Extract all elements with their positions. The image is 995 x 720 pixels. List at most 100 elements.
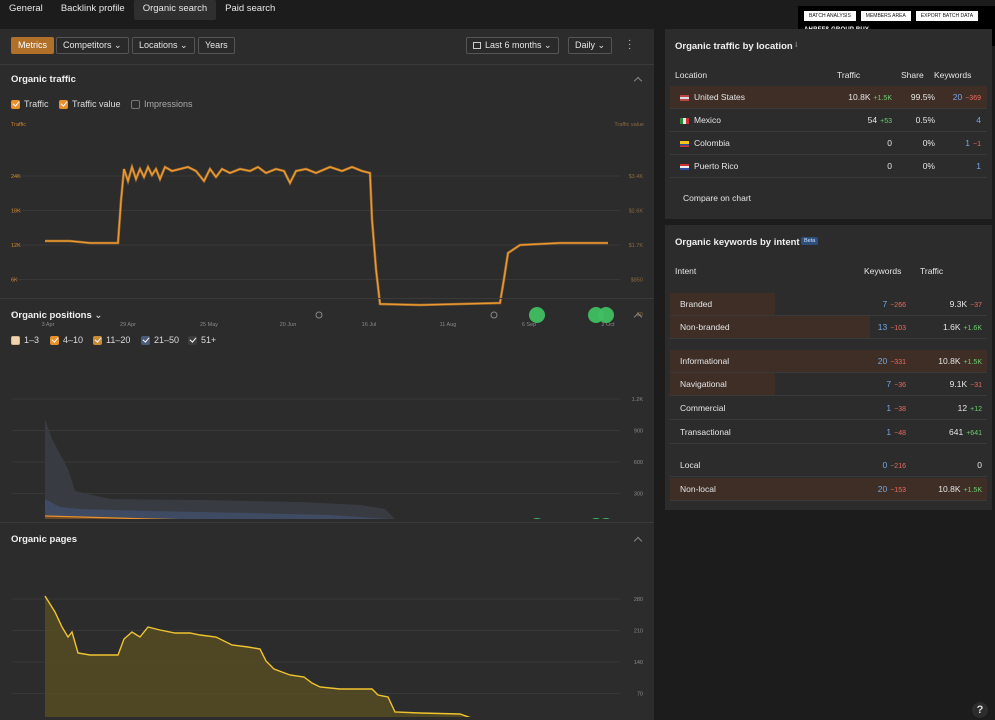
intent-row[interactable]: Commercial 1 −38 12 +12 [670,397,987,420]
intent-row[interactable]: Non-local 20 −153 10.8K +1.5K [670,478,987,501]
x-tick: 20 Jun [280,322,297,328]
divider [0,64,654,65]
traffic-value-check-label: Traffic value [72,99,121,109]
intent-traffic: 10.8K [938,484,961,494]
location-share: 0.5% [915,115,935,125]
impressions-checkbox[interactable]: Impressions [131,99,193,109]
checkbox-box [59,99,68,109]
intent-traffic-cell: 0 [908,454,982,477]
help-button[interactable]: ? [972,702,988,718]
positions-check-4[interactable]: 51+ [188,335,216,345]
collapse-icon[interactable] [633,76,643,86]
intent-row[interactable]: Informational 20 −331 10.8K +1.5K [670,350,987,373]
locations-dropdown[interactable]: Locations ⌄ [132,37,195,54]
intent-traffic-cell: 10.8K +1.5K [908,478,982,502]
location-traffic: 10.8K [848,92,871,102]
location-name-cell: Puerto Rico [680,155,738,178]
intent-traffic-delta: +12 [970,406,982,413]
tab-paid-search[interactable]: Paid search [216,0,284,20]
interval-dropdown[interactable]: Daily ⌄ [568,37,613,54]
organic-positions-title[interactable]: Organic positions ⌄ [11,310,102,321]
location-row[interactable]: Colombia 0 0% 1 −1 [670,132,987,155]
update-marker[interactable] [598,518,614,519]
update-marker[interactable] [529,518,545,519]
intent-traffic: 0 [977,460,982,470]
chevron-down-icon: ⌄ [180,40,188,50]
location-header-keywords: Keywords [934,70,972,80]
competitors-label: Competitors [63,40,112,50]
date-range-dropdown[interactable]: Last 6 months ⌄ [466,37,559,54]
intent-keywords-delta: −48 [894,430,906,437]
collapse-icon[interactable] [633,536,643,546]
intent-keywords: 1 [886,403,892,413]
annotation-marker[interactable] [315,311,323,319]
compare-on-chart-link[interactable]: Compare on chart [683,193,751,203]
location-panel: Organic traffic by location ℹ Location T… [665,29,992,219]
location-row[interactable]: Puerto Rico 0 0% 1 [670,155,987,178]
intent-row[interactable]: Navigational 7 −36 9.1K −31 [670,373,987,396]
organic-pages-chart: 2802101407003 Apr29 Apr25 May20 Jun16 Ju… [12,595,643,717]
intent-name: Informational [680,356,730,366]
positions-check-label: 1–3 [24,335,40,345]
flag-pr-icon [680,163,689,170]
y-left-tick: 18K [11,209,21,215]
batch-analysis-button[interactable]: BATCH ANALYSIS [804,11,856,21]
y-left-tick: 12K [11,243,21,249]
y-right-tick: 300 [634,492,643,498]
members-area-button[interactable]: MEMBERS AREA [860,11,911,21]
competitors-dropdown[interactable]: Competitors ⌄ [56,37,129,54]
impressions-check-label: Impressions [144,99,193,109]
positions-check-2[interactable]: 11–20 [93,335,130,345]
flag-mx-icon [680,117,689,124]
positions-check-3[interactable]: 21–50 [141,335,179,345]
intent-row[interactable]: Local 0 −216 0 [670,454,987,477]
intent-traffic: 9.1K [949,379,968,389]
tab-backlink-profile[interactable]: Backlink profile [52,0,134,20]
location-row[interactable]: United States 10.8K +1.5K 99.5% 20 −369 [670,86,987,109]
y-right-tick: 1.2K [632,397,644,403]
intent-name: Commercial [680,403,726,413]
y-right-tick: $850 [631,278,643,284]
annotation-marker[interactable] [490,311,498,319]
traffic-value-line [45,162,608,307]
checkbox-box [131,99,140,109]
positions-check-1[interactable]: 4–10 [50,335,83,345]
update-marker[interactable] [588,518,604,519]
location-row[interactable]: Mexico 54 +53 0.5% 4 [670,109,987,132]
intent-keywords: 7 [886,379,892,389]
intent-keywords-cell: 7 −266 [830,293,906,317]
intent-header-traffic: Traffic [920,266,944,276]
intent-row[interactable]: Transactional 1 −48 641 +641 [670,421,987,444]
intent-traffic-delta: +641 [966,430,982,437]
traffic-value-checkbox[interactable]: Traffic value [59,99,121,109]
update-marker[interactable] [529,307,545,323]
location-keywords: 4 [976,115,981,125]
location-header-traffic: Traffic [837,70,861,80]
location-traffic-delta: +1.5K [873,95,893,102]
tab-organic-search[interactable]: Organic search [133,0,217,20]
traffic-line [45,164,608,306]
export-batch-data-button[interactable]: EXPORT BATCH DATA [915,11,979,21]
traffic-checkbox[interactable]: Traffic [11,99,49,109]
top-tabs: General Backlink profile Organic search … [0,0,284,20]
intent-row[interactable]: Branded 7 −266 9.3K −37 [670,293,987,316]
positions-check-label: 4–10 [63,335,84,345]
intent-keywords: 20 [877,356,888,366]
more-options-icon[interactable]: · · · [628,36,632,54]
location-header-share: Share [901,70,924,80]
metrics-button[interactable]: Metrics [11,37,54,54]
y-left-tick: 6K [11,278,18,284]
organic-positions-chart: 1.2K90060030003 Apr29 Apr25 May20 Jun16 … [12,397,644,519]
y-right-tick: 70 [637,692,643,698]
x-tick: 3 Apr [42,322,55,328]
update-marker[interactable] [598,307,614,323]
tab-general[interactable]: General [0,0,52,20]
intent-name: Transactional [680,427,731,437]
positions-check-0[interactable]: 1–3 [11,335,39,345]
location-keywords-cell: 20 −369 [938,86,981,110]
intent-row[interactable]: Non-branded 13 −103 1.6K +1.6K [670,316,987,339]
location-keywords: 1 [965,138,971,148]
chevron-down-icon: ⌄ [597,40,606,50]
years-button[interactable]: Years [198,37,235,54]
intent-keywords-cell: 20 −331 [830,350,906,374]
